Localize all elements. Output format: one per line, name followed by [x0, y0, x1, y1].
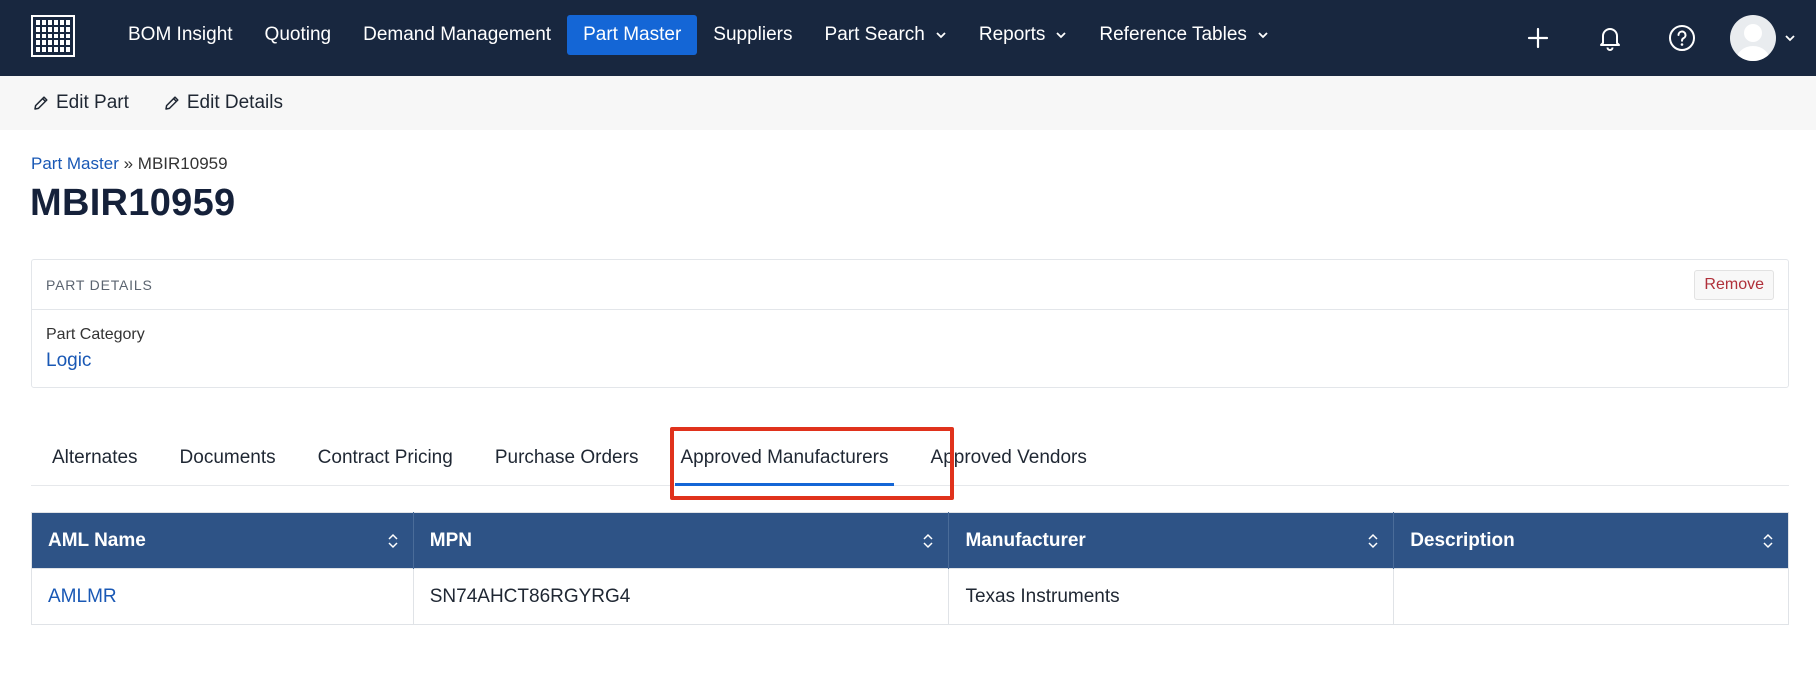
tab-alternates[interactable]: Alternates: [31, 430, 159, 486]
nav-item-label: Suppliers: [713, 24, 793, 45]
nav-item-label: Reports: [978, 24, 1046, 45]
part-category-value[interactable]: Logic: [46, 350, 1774, 372]
tab-purchase-orders[interactable]: Purchase Orders: [474, 430, 660, 486]
remove-button[interactable]: Remove: [1694, 269, 1774, 300]
pencil-icon: [34, 96, 48, 110]
nav-item-suppliers[interactable]: Suppliers: [697, 15, 808, 55]
column-header-manufacturer[interactable]: Manufacturer: [948, 512, 1395, 569]
chevron-down-icon: [936, 32, 946, 39]
nav-right-controls: [1518, 0, 1816, 76]
card-title: PART DETAILS: [46, 276, 153, 293]
nav-item-label: Part Master: [583, 24, 682, 45]
cell-manufacturer: Texas Instruments: [948, 568, 1395, 625]
pencil-icon: [165, 96, 179, 110]
column-header-mpn[interactable]: MPN: [413, 512, 950, 569]
edit-part-button[interactable]: Edit Part: [32, 92, 129, 114]
nav-item-part-search[interactable]: Part Search: [809, 15, 963, 55]
column-header-label: Description: [1410, 529, 1515, 551]
sort-icon: [388, 533, 398, 549]
chevron-down-icon: [1056, 32, 1067, 39]
sort-icon: [923, 533, 933, 549]
column-header-aml-name[interactable]: AML Name: [31, 512, 414, 569]
nav-item-label: Quoting: [264, 24, 332, 45]
tab-contract-pricing[interactable]: Contract Pricing: [297, 430, 474, 486]
avatar[interactable]: [1730, 15, 1776, 61]
approved-manufacturers-table: AML Name MPN Manufacturer Description AM…: [31, 512, 1789, 625]
nav-item-reports[interactable]: Reports: [963, 15, 1084, 55]
column-header-label: MPN: [429, 529, 472, 551]
breadcrumb-current: MBIR10959: [137, 154, 228, 173]
nav-item-quoting[interactable]: Quoting: [249, 15, 348, 55]
breadcrumb: Part Master » MBIR10959: [31, 154, 228, 174]
chevron-down-icon: [1258, 32, 1268, 39]
cell-mpn: SN74AHCT86RGYRG4: [413, 568, 950, 625]
nav-item-label: Part Search: [824, 24, 925, 45]
tab-documents[interactable]: Documents: [159, 430, 297, 486]
tab-bar: Alternates Documents Contract Pricing Pu…: [31, 430, 1789, 486]
plus-icon[interactable]: [1518, 18, 1558, 58]
top-navbar: BOM Insight Quoting Demand Management Pa…: [0, 0, 1816, 76]
aml-name-link[interactable]: AMLMR: [48, 586, 117, 607]
nav-item-bom-insight[interactable]: BOM Insight: [112, 15, 249, 55]
sort-icon: [1763, 533, 1773, 549]
tab-approved-manufacturers[interactable]: Approved Manufacturers: [659, 430, 909, 486]
chevron-down-icon[interactable]: [1776, 18, 1804, 58]
help-icon[interactable]: [1662, 18, 1702, 58]
part-details-card: PART DETAILS Remove Part Category Logic: [31, 259, 1789, 388]
nav-item-part-master[interactable]: Part Master: [567, 15, 698, 55]
column-header-description[interactable]: Description: [1393, 512, 1789, 569]
table-row: AMLMR SN74AHCT86RGYRG4 Texas Instruments: [31, 568, 1789, 625]
tab-approved-vendors[interactable]: Approved Vendors: [910, 430, 1108, 486]
app-logo-icon[interactable]: [31, 15, 75, 57]
main-nav: BOM Insight Quoting Demand Management Pa…: [112, 15, 1285, 55]
column-header-label: Manufacturer: [965, 529, 1086, 551]
edit-details-button[interactable]: Edit Details: [163, 92, 283, 114]
card-body: Part Category Logic: [32, 310, 1788, 388]
edit-details-label: Edit Details: [186, 92, 283, 113]
edit-part-label: Edit Part: [56, 92, 129, 113]
card-header: PART DETAILS Remove: [32, 260, 1788, 310]
nav-item-reference-tables[interactable]: Reference Tables: [1083, 15, 1285, 55]
table-header-row: AML Name MPN Manufacturer Description: [31, 512, 1789, 569]
breadcrumb-separator: »: [123, 154, 134, 173]
bell-icon[interactable]: [1590, 18, 1630, 58]
nav-item-label: Demand Management: [363, 24, 552, 45]
nav-item-label: BOM Insight: [128, 24, 233, 45]
sort-icon: [1368, 533, 1378, 549]
nav-item-demand-management[interactable]: Demand Management: [347, 15, 567, 55]
part-category-label: Part Category: [46, 326, 145, 343]
column-header-label: AML Name: [48, 529, 146, 551]
nav-item-label: Reference Tables: [1099, 24, 1247, 45]
cell-aml-name: AMLMR: [31, 568, 414, 625]
breadcrumb-part-master-link[interactable]: Part Master: [31, 154, 119, 173]
action-bar: Edit Part Edit Details: [0, 76, 1816, 130]
cell-description: [1393, 568, 1789, 625]
page-title: MBIR10959: [30, 182, 236, 224]
